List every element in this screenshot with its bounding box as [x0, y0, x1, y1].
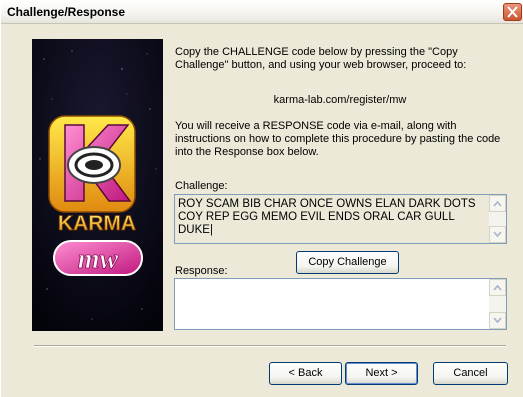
karma-logo-panel: KARMA mw: [32, 39, 163, 331]
instructions-paragraph-2: You will receive a RESPONSE code via e-m…: [175, 120, 501, 158]
response-scroll-down-button[interactable]: [489, 312, 506, 329]
karma-logo: KARMA mw: [48, 115, 143, 276]
challenge-response-dialog: Challenge/Response KARMA mw Copy the CHA…: [0, 0, 523, 397]
window-title: Challenge/Response: [7, 5, 126, 19]
copy-challenge-label: Copy Challenge: [308, 256, 387, 268]
scroll-up-arrow-icon: [493, 200, 502, 207]
next-button[interactable]: Next >: [345, 362, 418, 385]
response-field[interactable]: [174, 278, 507, 330]
response-scrollbar[interactable]: [489, 279, 506, 329]
challenge-scrollbar[interactable]: [489, 195, 506, 243]
scroll-down-arrow-icon: [493, 231, 502, 238]
instructions-paragraph-1: Copy the CHALLENGE code below by pressin…: [175, 46, 467, 71]
footer-divider: [34, 345, 506, 347]
challenge-scroll-down-button[interactable]: [489, 226, 506, 243]
registration-url: karma-lab.com/register/mw: [273, 94, 407, 106]
challenge-scroll-up-button[interactable]: [489, 195, 506, 212]
close-button[interactable]: [503, 3, 522, 21]
challenge-line-1: ROY SCAM BIB CHAR ONCE OWNS ELAN DARK DO…: [178, 198, 476, 210]
cancel-button[interactable]: Cancel: [433, 362, 508, 385]
next-button-label: Next >: [365, 367, 398, 379]
title-bar[interactable]: Challenge/Response: [1, 1, 523, 24]
scroll-down-arrow-icon: [493, 317, 502, 324]
challenge-line-2: COY REP EGG MEMO EVIL ENDS ORAL CAR GULL…: [178, 211, 455, 236]
back-button-label: < Back: [288, 367, 323, 379]
cancel-button-label: Cancel: [453, 367, 488, 379]
copy-challenge-button[interactable]: Copy Challenge: [296, 251, 399, 274]
response-scroll-up-button[interactable]: [489, 279, 506, 296]
challenge-field[interactable]: ROY SCAM BIB CHAR ONCE OWNS ELAN DARK DO…: [174, 194, 507, 244]
challenge-code: ROY SCAM BIB CHAR ONCE OWNS ELAN DARK DO…: [178, 198, 478, 237]
challenge-label: Challenge:: [175, 180, 228, 192]
response-label: Response:: [175, 265, 228, 277]
back-button[interactable]: < Back: [269, 362, 342, 385]
karma-wordmark: KARMA: [58, 212, 136, 235]
scroll-up-arrow-icon: [493, 284, 502, 291]
close-icon: [507, 6, 518, 18]
mw-submark: mw: [78, 244, 119, 275]
